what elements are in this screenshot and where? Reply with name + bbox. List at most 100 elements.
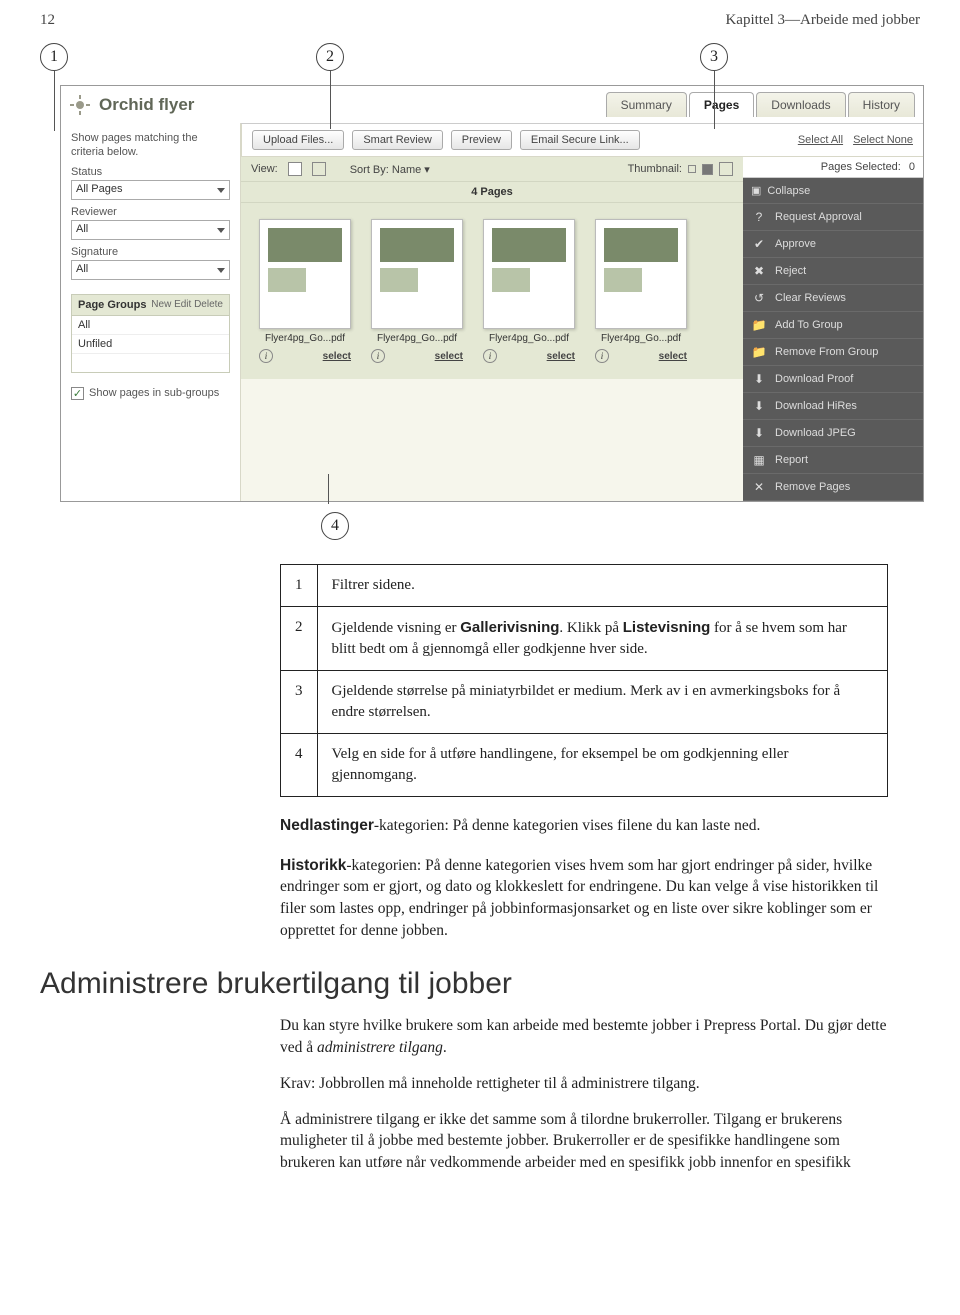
action-label: Clear Reviews bbox=[775, 292, 846, 304]
page-thumbnail[interactable]: Flyer4pg_Go...pdf i select bbox=[595, 219, 687, 363]
legend-num: 4 bbox=[281, 734, 318, 797]
signature-select[interactable]: All bbox=[71, 260, 230, 280]
action-download-hires[interactable]: ⬇Download HiRes bbox=[743, 393, 923, 420]
action-label: Approve bbox=[775, 238, 816, 250]
action-add-to-group[interactable]: 📁 Add To Group bbox=[743, 312, 923, 339]
legend-num: 1 bbox=[281, 565, 318, 607]
action-request-approval[interactable]: ?Request Approval bbox=[743, 204, 923, 231]
action-approve[interactable]: ✔Approve bbox=[743, 231, 923, 258]
action-download-proof[interactable]: ⬇Download Proof bbox=[743, 366, 923, 393]
callout-line bbox=[328, 474, 329, 504]
download-icon: ⬇ bbox=[751, 399, 767, 413]
status-label: Status bbox=[71, 166, 230, 178]
legend-num: 3 bbox=[281, 671, 318, 734]
info-icon[interactable]: i bbox=[595, 349, 609, 363]
callout-line bbox=[54, 71, 55, 131]
pages-count: 4 Pages bbox=[241, 182, 743, 203]
select-none-link[interactable]: Select None bbox=[853, 134, 913, 146]
thumb-medium-icon[interactable] bbox=[702, 164, 713, 175]
action-remove-from-group[interactable]: 📁Remove From Group bbox=[743, 339, 923, 366]
action-clear-reviews[interactable]: ↺ Clear Reviews bbox=[743, 285, 923, 312]
collapse-label: Collapse bbox=[767, 185, 810, 197]
gear-icon bbox=[69, 94, 91, 116]
legend-text: Gjeldende størrelse på miniatyrbildet er… bbox=[317, 671, 888, 734]
select-all-link[interactable]: Select All bbox=[798, 134, 843, 146]
download-icon: ⬇ bbox=[751, 426, 767, 440]
folder-icon: 📁 bbox=[751, 345, 767, 359]
smart-review-button[interactable]: Smart Review bbox=[352, 130, 442, 150]
thumbnail-size: Thumbnail: bbox=[628, 162, 733, 176]
action-label: Add To Group bbox=[775, 319, 843, 331]
question-icon: ? bbox=[751, 210, 767, 224]
select-link[interactable]: select bbox=[323, 351, 351, 362]
section-heading: Administrere brukertilgang til jobber bbox=[40, 967, 920, 1001]
page-groups-actions[interactable]: New Edit Delete bbox=[151, 299, 223, 310]
reviewer-label: Reviewer bbox=[71, 206, 230, 218]
show-subgroups-label: Show pages in sub-groups bbox=[89, 387, 219, 399]
collapse-icon: ▣ bbox=[751, 184, 761, 197]
pages-gallery: View: Sort By: Name ▾ Thumbnail: 4 Pages bbox=[241, 157, 743, 501]
group-item[interactable]: Unfiled bbox=[72, 335, 229, 354]
page-groups-title: Page Groups bbox=[78, 299, 146, 311]
job-title: Orchid flyer bbox=[99, 95, 194, 115]
tab-pages[interactable]: Pages bbox=[689, 92, 754, 117]
thumbnail-image bbox=[259, 219, 351, 329]
tab-summary[interactable]: Summary bbox=[606, 92, 687, 117]
action-reject[interactable]: ✖ Reject bbox=[743, 258, 923, 285]
download-icon: ⬇ bbox=[751, 372, 767, 386]
top-tabs: Summary Pages Downloads History bbox=[606, 92, 915, 117]
callout-line bbox=[330, 71, 331, 129]
tab-downloads[interactable]: Downloads bbox=[756, 92, 845, 117]
thumbnail-filename: Flyer4pg_Go...pdf bbox=[371, 333, 463, 345]
tab-history[interactable]: History bbox=[848, 92, 915, 117]
app-screenshot: Orchid flyer Summary Pages Downloads His… bbox=[60, 85, 924, 502]
select-link[interactable]: select bbox=[547, 351, 575, 362]
filter-intro: Show pages matching the criteria below. bbox=[71, 131, 230, 160]
chapter-label: Kapittel 3—Arbeide med jobber bbox=[725, 12, 920, 29]
page-thumbnail[interactable]: Flyer4pg_Go...pdf i select bbox=[371, 219, 463, 363]
info-icon[interactable]: i bbox=[483, 349, 497, 363]
legend-num: 2 bbox=[281, 607, 318, 671]
info-icon[interactable]: i bbox=[259, 349, 273, 363]
email-secure-link-button[interactable]: Email Secure Link... bbox=[520, 130, 640, 150]
action-label: Reject bbox=[775, 265, 806, 277]
folder-icon: 📁 bbox=[751, 318, 767, 332]
action-label: Report bbox=[775, 454, 808, 466]
callout-2: 2 bbox=[316, 43, 344, 71]
callout-1: 1 bbox=[40, 43, 68, 71]
select-link[interactable]: select bbox=[435, 351, 463, 362]
page-thumbnail[interactable]: Flyer4pg_Go...pdf i select bbox=[483, 219, 575, 363]
x-icon: ✖ bbox=[751, 264, 767, 278]
preview-button[interactable]: Preview bbox=[451, 130, 512, 150]
group-item[interactable]: All bbox=[72, 316, 229, 335]
list-view-icon[interactable] bbox=[312, 162, 326, 176]
show-subgroups-checkbox[interactable]: ✓ bbox=[71, 387, 84, 400]
thumb-large-icon[interactable] bbox=[719, 162, 733, 176]
paragraph: Å administrere tilgang er ikke det samme… bbox=[280, 1109, 888, 1174]
actions-panel: Pages Selected: 0 ▣ Collapse ?Request Ap… bbox=[743, 157, 923, 501]
action-remove-pages[interactable]: ✕Remove Pages bbox=[743, 474, 923, 501]
callout-line bbox=[714, 71, 715, 129]
sort-by-label[interactable]: Sort By: Name ▾ bbox=[350, 163, 430, 176]
paragraph: Krav: Jobbrollen må inneholde rettighete… bbox=[280, 1073, 888, 1095]
status-select[interactable]: All Pages bbox=[71, 180, 230, 200]
action-label: Remove Pages bbox=[775, 481, 850, 493]
thumbnail-filename: Flyer4pg_Go...pdf bbox=[259, 333, 351, 345]
gallery-view-icon[interactable] bbox=[288, 162, 302, 176]
pages-selected-count: 0 bbox=[909, 161, 915, 173]
undo-icon: ↺ bbox=[751, 291, 767, 305]
page-thumbnail[interactable]: Flyer4pg_Go...pdf i select bbox=[259, 219, 351, 363]
upload-button[interactable]: Upload Files... bbox=[252, 130, 344, 150]
action-report[interactable]: ▦Report bbox=[743, 447, 923, 474]
thumbnail-image bbox=[483, 219, 575, 329]
select-link[interactable]: select bbox=[659, 351, 687, 362]
action-download-jpeg[interactable]: ⬇ Download JPEG bbox=[743, 420, 923, 447]
filter-panel: Show pages matching the criteria below. … bbox=[61, 123, 241, 501]
reviewer-select[interactable]: All bbox=[71, 220, 230, 240]
info-icon[interactable]: i bbox=[371, 349, 385, 363]
thumbnail-filename: Flyer4pg_Go...pdf bbox=[595, 333, 687, 345]
thumb-small-icon[interactable] bbox=[688, 165, 696, 173]
legend-text: Velg en side for å utføre handlingene, f… bbox=[317, 734, 888, 797]
collapse-toggle[interactable]: ▣ Collapse bbox=[743, 178, 923, 204]
action-label: Download JPEG bbox=[775, 427, 856, 439]
